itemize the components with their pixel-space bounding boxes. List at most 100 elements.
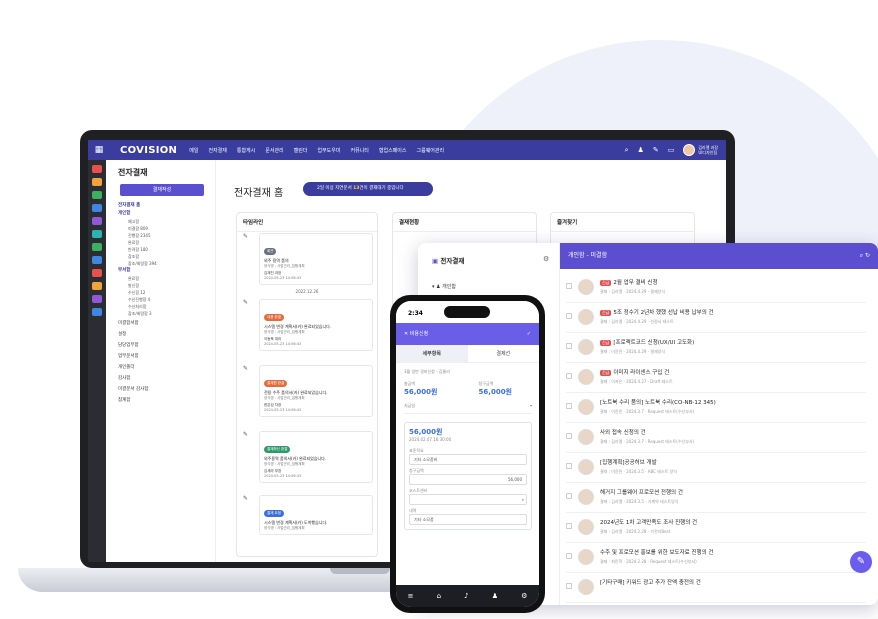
edit-icon: ✎ — [243, 299, 249, 306]
sidebar-item[interactable]: 개인폴더 — [118, 364, 215, 372]
panel-menu-personal[interactable]: ▾ ♟ 개인함 — [432, 283, 456, 290]
sidebar-item[interactable]: 진행함 2345 — [128, 232, 215, 239]
sidebar-item[interactable]: 미결함서함 — [118, 320, 215, 328]
claim-amount-field[interactable]: 56,000 — [409, 474, 527, 485]
search-icon[interactable]: ⌕ — [625, 146, 629, 155]
menu-item[interactable]: 메일 — [189, 147, 198, 154]
approval-row[interactable]: 수주 및 프로모션 홍보를 위한 보도자료 진행의 건 결재 : 최민학 · 20… — [566, 543, 866, 573]
menu-item[interactable]: 전자결재 — [208, 147, 226, 154]
approval-row[interactable]: 긴급 이미지 라이센스 구입 건 결재 : 이지은 · 2024.4.27 · Dr… — [566, 363, 866, 393]
row-checkbox[interactable] — [566, 433, 572, 439]
timeline-item[interactable]: 회관 외주 용역 품의 양식명 : 사업관리_집행계획 김재진 과장 2024-05-2… — [259, 233, 373, 285]
rail-app-icon[interactable] — [92, 204, 102, 212]
user-icon[interactable]: ♟ — [638, 146, 644, 154]
sidebar-item[interactable]: 수신함 12 — [128, 289, 215, 296]
rail-app-icon[interactable] — [92, 217, 102, 225]
rail-app-icon[interactable] — [92, 282, 102, 290]
menu-item[interactable]: 협업스페이스 — [379, 147, 407, 154]
row-checkbox[interactable] — [566, 343, 572, 349]
sidebar-item[interactable]: 참조/회람함 394 — [128, 260, 215, 267]
pay-date-field[interactable]: 지급일 ▾ — [404, 403, 532, 414]
search-icon[interactable]: ⌕ — [522, 495, 524, 505]
row-checkbox[interactable] — [566, 373, 572, 379]
sidebar-item[interactable]: 개인함 — [118, 210, 215, 218]
approval-row[interactable]: [기타구매] 키워드 광고 추가 잔액 충전의 건 — [566, 573, 866, 603]
approval-row[interactable]: 긴급 5조 정수기 2년차 했했 선납 비용 납부의 건 결재 : 김라엘 · 20… — [566, 303, 866, 333]
logo[interactable]: COVISION — [120, 145, 177, 156]
sidebar-item[interactable]: 미결함 809 — [128, 225, 215, 232]
window-icon[interactable]: ▭ — [668, 146, 675, 154]
row-checkbox[interactable] — [566, 523, 572, 529]
menu-item[interactable]: 그룹웨어관리 — [417, 147, 445, 154]
menu-item[interactable]: 통합게시 — [237, 147, 255, 154]
sidebar-item[interactable]: 참조함 — [128, 253, 215, 260]
approval-row[interactable]: 2024년도 1차 고객만족도 조사 진행의 건 결재 : 김라엘 · 2024.… — [566, 513, 866, 543]
delay-banner[interactable]: 2일 이상 지연문서 13건이 결재대기 중입니다 — [303, 182, 433, 196]
gear-icon[interactable]: ⚙ — [521, 592, 527, 600]
tab-details[interactable]: 세부항목 — [396, 345, 468, 363]
settings-icon[interactable]: ⚙ — [543, 255, 549, 263]
menu-item[interactable]: 업무도우미 — [317, 147, 340, 154]
row-checkbox[interactable] — [566, 583, 572, 589]
rail-app-icon[interactable] — [92, 165, 102, 173]
sidebar-item[interactable]: 반려함 180 — [128, 246, 215, 253]
sidebar-item[interactable]: 완료함 — [128, 239, 215, 246]
timeline-item[interactable]: 내용 완결 시스템 변경 계획서(카) 완료되었습니다. 양식명 : 사업관리_집행… — [259, 299, 373, 351]
sidebar-item[interactable]: 부서함 — [118, 267, 215, 275]
sidebar-item[interactable]: 수신진행함 4 — [128, 296, 215, 303]
row-checkbox[interactable] — [566, 283, 572, 289]
search-icon[interactable]: ⌕ ↻ — [860, 243, 870, 269]
row-checkbox[interactable] — [566, 553, 572, 559]
sidebar-item[interactable]: 수신처리함 — [128, 303, 215, 310]
app-grid-icon[interactable]: ▦ — [92, 145, 106, 155]
approval-row[interactable]: 긴급 [프로젝트코드 신청(UX/UI 고도화) 결재 : 이윤민 · 2024.4… — [566, 333, 866, 363]
sidebar-item[interactable]: 감사함 — [118, 375, 215, 383]
sidebar-item[interactable]: 완료함 — [128, 275, 215, 282]
tab-approval-line[interactable]: 결제선 — [467, 345, 539, 363]
sidebar-item[interactable]: 예고함 — [128, 218, 215, 225]
menu-item[interactable]: 문서관리 — [265, 147, 283, 154]
user-profile[interactable]: 김라엘 과장 UI디자인팀 — [683, 144, 718, 156]
rail-app-icon[interactable] — [92, 256, 102, 264]
timeline-item[interactable]: 결재하신 완결 외주용역 품의서(카) 완료되었습니다. 양식명 : 사업관리_집행… — [259, 431, 373, 483]
sidebar-item[interactable]: 참조/회람함 3 — [128, 310, 215, 317]
sidebar-item[interactable]: 미결문서 감사함 — [118, 386, 215, 394]
cost-center-field[interactable]: ⌕ — [409, 494, 527, 505]
detail-field[interactable]: 기타 소모품 — [409, 514, 527, 525]
approval-row[interactable]: 해거지 그룹웨어 프로모션 전행의 건 결재 : 김라엘 · 2024.3.5 ·… — [566, 483, 866, 513]
rail-app-icon[interactable] — [92, 308, 102, 316]
sidebar-item[interactable]: 전자결재 홈 — [118, 202, 215, 210]
menu-item[interactable]: 커뮤니티 — [350, 147, 368, 154]
sidebar-item[interactable]: 설정 — [118, 331, 215, 339]
sidebar-item[interactable]: 발신함 — [128, 282, 215, 289]
rail-app-icon[interactable] — [92, 269, 102, 277]
rail-app-icon[interactable] — [92, 243, 102, 251]
menu-icon[interactable]: ≡ — [408, 592, 414, 600]
sidebar-item[interactable]: 업무문서함 — [118, 353, 215, 361]
approval-row[interactable]: 사외 접속 신청의 건 결재 : 김라엘 · 2024.3.7 · Request… — [566, 423, 866, 453]
row-checkbox[interactable] — [566, 463, 572, 469]
standard-summary-field[interactable]: 기타 소모품비 — [409, 454, 527, 465]
rail-app-icon[interactable] — [92, 230, 102, 238]
rail-app-icon[interactable] — [92, 178, 102, 186]
row-checkbox[interactable] — [566, 403, 572, 409]
compose-button[interactable]: 결재작성 — [120, 184, 204, 196]
pen-icon[interactable]: ✎ — [653, 146, 659, 154]
rail-app-icon[interactable] — [92, 295, 102, 303]
timeline-item[interactable]: 결재 요청 시스템 변경 계획서(카) 도착했습니다. 양식명 : 사업관리_집행계… — [259, 495, 373, 535]
user-icon[interactable]: ♟ — [492, 592, 498, 600]
approval-row[interactable]: 긴급 2월 업무 결비 신청 결재 : 김라엘 · 2024.4.29 · 결재양식 — [566, 273, 866, 303]
timeline-item[interactable]: 결재원 완결 전용 수주 품의서(카) 완료되었습니다. 양식명 : 사업관리_집행… — [259, 365, 373, 417]
check-icon[interactable]: ✓ — [527, 323, 531, 345]
sidebar-item[interactable]: 참계함 — [118, 397, 215, 405]
home-icon[interactable]: ⌂ — [437, 592, 441, 600]
sidebar-item[interactable]: 담당업무함 — [118, 342, 215, 350]
row-checkbox[interactable] — [566, 493, 572, 499]
bell-icon[interactable]: ♪ — [464, 592, 468, 600]
row-checkbox[interactable] — [566, 313, 572, 319]
compose-fab[interactable]: ✎ — [850, 551, 872, 573]
rail-app-icon[interactable] — [92, 191, 102, 199]
menu-item[interactable]: 캘린더 — [294, 147, 308, 154]
approval-row[interactable]: [집행계획]공공허브 개발 결재 : 이윤민 · 2024.3.5 · ABC 테… — [566, 453, 866, 483]
approval-row[interactable]: [노트북 수리 품의] 노트북 수리(CO-NB-12 345) 결재 : 이윤민… — [566, 393, 866, 423]
